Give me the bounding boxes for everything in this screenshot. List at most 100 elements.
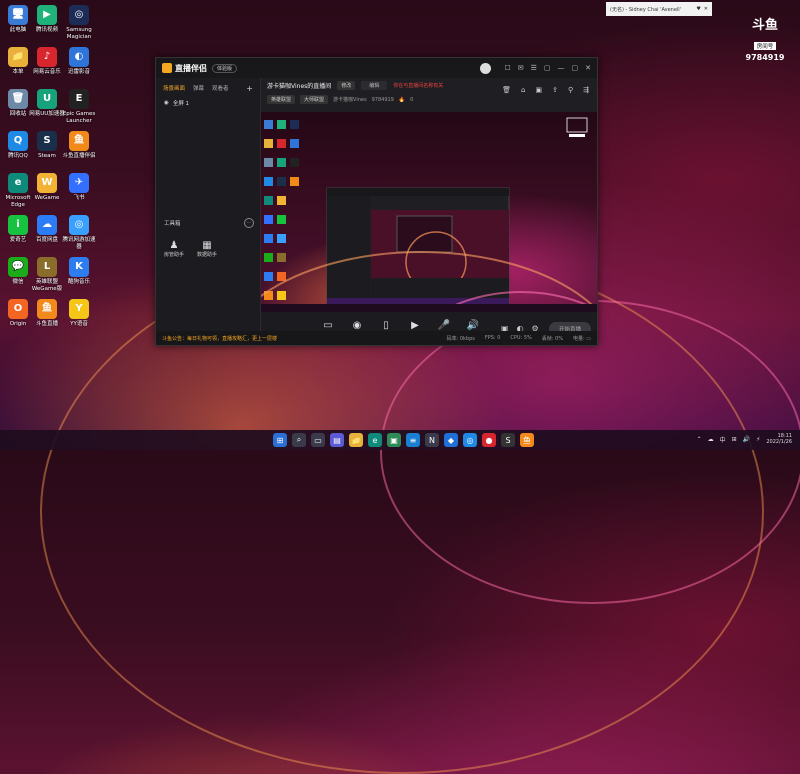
tool-icon: ▯ bbox=[383, 319, 389, 331]
room-number: 9784919 bbox=[371, 96, 394, 103]
watermark-room: 9784919 bbox=[745, 53, 785, 62]
announcement-edit-box[interactable]: 编辑 bbox=[361, 81, 388, 90]
tab-viewers[interactable]: 观看者 bbox=[212, 84, 229, 93]
toolbox-more-button[interactable]: ··· bbox=[244, 218, 254, 228]
desktop-icon-label: 酷狗音乐 bbox=[67, 279, 90, 285]
dropped-frames-stat: 丢帧: 0% bbox=[541, 335, 563, 342]
tray-overflow-icon[interactable]: ⌃ bbox=[697, 436, 702, 443]
home-icon[interactable]: ⌂ bbox=[521, 86, 525, 94]
desktop-icon-label: 斗鱼直播伴侣 bbox=[62, 153, 96, 159]
battery-stat: 电量: ▭ bbox=[573, 335, 591, 342]
douyu-watermark: 斗鱼 房间号 9784919 bbox=[742, 14, 788, 62]
ime-indicator[interactable]: 中 bbox=[720, 435, 726, 444]
eye-icon[interactable]: ◉ bbox=[164, 100, 169, 106]
main-panel: 游卡猫咖Vines的直播间 修改 编辑 你在与直播间名称有关 英雄联盟 大师联盟… bbox=[261, 78, 597, 345]
taskbar-app-icon[interactable]: 📁 bbox=[349, 433, 363, 447]
app-icon: i bbox=[8, 215, 28, 235]
app-icon: ▶ bbox=[37, 5, 57, 25]
taskbar-app-icon[interactable]: ▤ bbox=[330, 433, 344, 447]
desktop-icon[interactable]: ◎ 腾讯网游加速器 bbox=[60, 215, 98, 250]
app-icon: U bbox=[37, 89, 57, 109]
user-icon: ♟ bbox=[169, 240, 179, 251]
desktop-icon[interactable]: 鱼斗鱼直播伴侣 bbox=[60, 131, 98, 160]
nested-app-window bbox=[326, 187, 510, 307]
tool-icon: ◉ bbox=[352, 319, 362, 331]
clock[interactable]: 18:11 2022/1/26 bbox=[766, 433, 792, 445]
tab-scenes[interactable]: 场景画面 bbox=[163, 84, 185, 93]
streamer-tag: 游卡猫咖Vines bbox=[333, 97, 367, 103]
data-assistant-tool[interactable]: ▦ 数据助手 bbox=[190, 240, 224, 258]
app-icon: ☁ bbox=[37, 215, 57, 235]
maximize-button[interactable]: ▢ bbox=[572, 64, 579, 72]
skin-icon[interactable]: ▢ bbox=[544, 64, 551, 72]
desktop-icon[interactable]: ◐ 迅雷影音 bbox=[60, 47, 98, 76]
taskbar-app-icon[interactable]: ◎ bbox=[463, 433, 477, 447]
tab-danmaku[interactable]: 弹幕 bbox=[193, 84, 204, 93]
power-icon[interactable]: ⚡ bbox=[756, 436, 760, 443]
taskbar-app-icon[interactable]: ● bbox=[482, 433, 496, 447]
toolbox-title: 工具箱 bbox=[164, 221, 181, 227]
taskbar-app-icon[interactable]: ▭ bbox=[311, 433, 325, 447]
mail-icon[interactable]: ✉ bbox=[518, 64, 524, 72]
desktop-icon[interactable]: ◎ Samsung Magician bbox=[60, 5, 98, 40]
version-badge[interactable]: 体验版 bbox=[212, 63, 238, 73]
notice-text[interactable]: 斗鱼公告：每日礼物可领，直播攻略汇，更上一层楼 bbox=[162, 335, 277, 342]
app-icon: L bbox=[37, 257, 57, 277]
taskbar: ⊞ ⌕ ▭ ▤ 📁 e ▣ ≡ N ◆ ◎ ● S 鱼 ⌃ ☁ 中 ⊞ 🔊 ⚡ 18:11 2022/1/… bbox=[0, 430, 800, 450]
start-button[interactable]: ⊞ bbox=[273, 433, 287, 447]
tool-icon: 🎤 bbox=[437, 319, 451, 331]
taskbar-app-icon[interactable]: ≡ bbox=[406, 433, 420, 447]
media-notification[interactable]: (无名) - Sidney Chai 'Avenell' ♥ ✕ bbox=[606, 2, 712, 16]
app-icon: 📁 bbox=[8, 47, 28, 67]
desktop-icon[interactable]: ✈ 飞书 bbox=[60, 173, 98, 202]
taskbar-app-icon[interactable]: N bbox=[425, 433, 439, 447]
scene-item[interactable]: ◉ 全屏 1 bbox=[156, 99, 260, 107]
live-companion-window: 直播伴侣 体验版 ☐ ✉ ☰ ▢ — ▢ ✕ 场景画面 弹幕 观看者 + ◉ 全… bbox=[155, 57, 598, 346]
app-icon: ♪ bbox=[37, 47, 57, 67]
chart-icon: ▦ bbox=[202, 240, 212, 251]
title-bar[interactable]: 直播伴侣 体验版 ☐ ✉ ☰ ▢ — ▢ ✕ bbox=[156, 58, 597, 78]
app-icon: K bbox=[69, 257, 89, 277]
minimize-button[interactable]: — bbox=[558, 64, 565, 72]
stream-preview[interactable] bbox=[261, 112, 597, 312]
desktop-icon[interactable]: K 酷狗音乐 bbox=[60, 257, 98, 286]
app-icon: ◎ bbox=[69, 5, 89, 25]
desktop-icon[interactable]: Y YY语音 bbox=[60, 299, 98, 328]
notification-text: (无名) - Sidney Chai 'Avenell' bbox=[610, 6, 682, 13]
taskbar-app-icon[interactable]: e bbox=[368, 433, 382, 447]
taskbar-app-icon[interactable]: ▣ bbox=[387, 433, 401, 447]
app-icon: O bbox=[8, 299, 28, 319]
category-chip[interactable]: 英雄联盟 bbox=[267, 95, 296, 104]
bell-icon[interactable]: ⚲ bbox=[568, 86, 573, 94]
network-icon[interactable]: ⊞ bbox=[732, 436, 737, 443]
taskbar-app-icon[interactable]: 鱼 bbox=[520, 433, 534, 447]
preview-canvas bbox=[261, 117, 597, 312]
layout-icon[interactable]: ▣ bbox=[535, 86, 542, 94]
preview-watermark bbox=[566, 117, 588, 137]
tool-label: 数据助手 bbox=[196, 252, 217, 258]
avatar[interactable] bbox=[480, 62, 492, 74]
room-manager-tool[interactable]: ♟ 房管助手 bbox=[157, 240, 191, 258]
close-icon[interactable]: ✕ bbox=[704, 6, 708, 12]
subcategory-chip[interactable]: 大师联盟 bbox=[300, 95, 329, 104]
taskbar-app-icon[interactable]: S bbox=[501, 433, 515, 447]
warning-text: 你在与直播间名称有关 bbox=[393, 83, 444, 89]
heart-icon[interactable]: ♥ bbox=[696, 6, 700, 12]
app-icon: 💬 bbox=[8, 257, 28, 277]
volume-icon[interactable]: 🔊 bbox=[743, 436, 750, 443]
close-button[interactable]: ✕ bbox=[585, 64, 591, 72]
upload-icon[interactable]: ⇪ bbox=[552, 86, 558, 94]
taskbar-app-icon[interactable]: ⌕ bbox=[292, 433, 306, 447]
edit-title-button[interactable]: 修改 bbox=[337, 81, 356, 90]
trash-icon[interactable]: 🗑 bbox=[502, 86, 511, 94]
tool-label: 房管助手 bbox=[163, 252, 184, 258]
shirt-icon[interactable]: ☐ bbox=[504, 64, 510, 72]
share-icon[interactable]: ⇶ bbox=[583, 86, 589, 94]
add-scene-button[interactable]: + bbox=[246, 84, 253, 93]
menu-icon[interactable]: ☰ bbox=[531, 64, 537, 72]
taskbar-apps: ⊞ ⌕ ▭ ▤ 📁 e ▣ ≡ N ◆ ◎ ● S 鱼 bbox=[273, 433, 534, 447]
desktop-icon[interactable]: E Epic Games Launcher bbox=[60, 89, 98, 124]
cloud-icon[interactable]: ☁ bbox=[708, 436, 714, 443]
bitrate-stat: 码率: 0kbps bbox=[446, 335, 475, 342]
taskbar-app-icon[interactable]: ◆ bbox=[444, 433, 458, 447]
